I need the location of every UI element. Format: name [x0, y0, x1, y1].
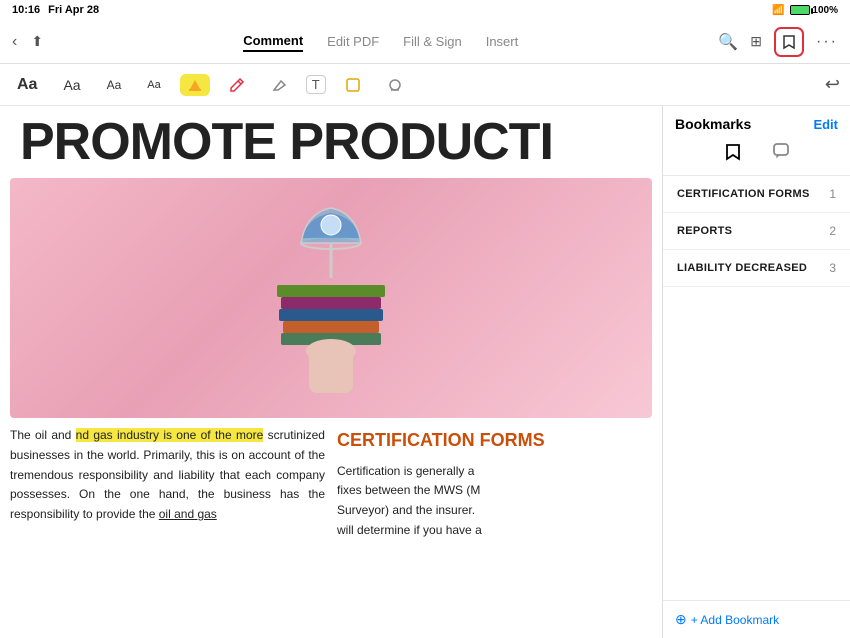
- tab-insert[interactable]: Insert: [486, 32, 519, 51]
- bookmark-list: CERTIFICATION FORMS 1 REPORTS 2 LIABILIT…: [663, 176, 850, 600]
- eraser-tool[interactable]: [264, 74, 294, 96]
- sticky-note-tool[interactable]: [338, 74, 368, 96]
- pdf-two-columns: The oil and nd gas industry is one of th…: [0, 426, 662, 541]
- tab-fill-sign[interactable]: Fill & Sign: [403, 32, 462, 51]
- toolbar-tabs: Comment Edit PDF Fill & Sign Insert: [243, 31, 518, 52]
- cocktail-illustration: [231, 183, 431, 413]
- add-bookmark-label: + Add Bookmark: [691, 613, 779, 627]
- right-column-body: Certification is generally a fixes betwe…: [337, 462, 652, 541]
- add-bookmark-icon: ⊕: [675, 611, 687, 628]
- text-tool[interactable]: T: [306, 75, 326, 94]
- tab-comment[interactable]: Comment: [243, 31, 303, 52]
- highlight-tool[interactable]: [180, 74, 210, 96]
- status-bar-right: 📶 100%: [772, 5, 838, 16]
- bookmark-number-2: 2: [829, 224, 836, 238]
- more-menu-button[interactable]: ···: [816, 33, 838, 51]
- share-button[interactable]: ⬆: [31, 33, 43, 50]
- sidebar-edit-button[interactable]: Edit: [813, 117, 838, 132]
- main-toolbar: ‹ ⬆ Comment Edit PDF Fill & Sign Insert …: [0, 20, 850, 64]
- pdf-main-image: [10, 178, 652, 418]
- battery-level: 100%: [812, 5, 838, 16]
- time: 10:16: [12, 4, 40, 16]
- sidebar-title: Bookmarks: [675, 116, 751, 132]
- right-column-title: CERTIFICATION FORMS: [337, 426, 652, 456]
- font-size-aa-4[interactable]: Aa: [140, 76, 167, 94]
- bookmark-label-1: CERTIFICATION FORMS: [677, 188, 810, 200]
- pdf-left-column: The oil and nd gas industry is one of th…: [10, 426, 325, 541]
- main-area: PROMOTE PRODUCTI: [0, 106, 850, 638]
- bookmark-item-1[interactable]: CERTIFICATION FORMS 1: [663, 176, 850, 213]
- annotation-toolbar: Aa Aa Aa Aa T ↩: [0, 64, 850, 106]
- grid-icon[interactable]: ⊞: [750, 33, 762, 50]
- font-size-aa-2[interactable]: Aa: [56, 74, 87, 96]
- bookmarks-sidebar: Bookmarks Edit CERTIFICATION FORMS 1: [662, 106, 850, 638]
- bookmark-number-1: 1: [829, 187, 836, 201]
- toolbar-left: ‹ ⬆: [12, 33, 43, 51]
- tab-edit-pdf[interactable]: Edit PDF: [327, 32, 379, 51]
- sidebar-tabs: [663, 138, 850, 176]
- wifi-icon: 📶: [772, 5, 784, 16]
- pdf-title: PROMOTE PRODUCTI: [0, 106, 662, 168]
- sidebar-header: Bookmarks Edit: [663, 106, 850, 138]
- font-size-aa-3[interactable]: Aa: [100, 75, 129, 95]
- date: Fri Apr 28: [48, 4, 99, 16]
- bookmark-item-3[interactable]: LIABILITY DECREASED 3: [663, 250, 850, 287]
- toolbar-right: 🔍 ⊞ ···: [718, 27, 838, 57]
- status-bar-left: 10:16 Fri Apr 28: [12, 4, 99, 16]
- pdf-content: PROMOTE PRODUCTI: [0, 106, 662, 638]
- battery: 100%: [790, 5, 838, 16]
- bookmark-label-3: LIABILITY DECREASED: [677, 262, 807, 274]
- undo-button[interactable]: ↩: [825, 74, 840, 95]
- stamp-tool[interactable]: [380, 74, 410, 96]
- add-bookmark-button[interactable]: ⊕ + Add Bookmark: [663, 600, 850, 638]
- sidebar-tab-bookmarks[interactable]: [724, 142, 742, 167]
- back-button[interactable]: ‹: [12, 33, 17, 51]
- font-size-aa-1[interactable]: Aa: [10, 73, 44, 97]
- pen-tool[interactable]: [222, 74, 252, 96]
- search-icon[interactable]: 🔍: [718, 32, 738, 52]
- sidebar-tab-comments[interactable]: [772, 142, 790, 167]
- highlighted-text: nd gas industry is one of the more: [76, 428, 264, 442]
- bookmark-panel-button[interactable]: [774, 27, 804, 57]
- bookmark-number-3: 3: [829, 261, 836, 275]
- bookmark-item-2[interactable]: REPORTS 2: [663, 213, 850, 250]
- bookmark-label-2: REPORTS: [677, 225, 732, 237]
- status-bar: 10:16 Fri Apr 28 📶 100%: [0, 0, 850, 20]
- underlined-text: oil and gas: [159, 507, 217, 521]
- pdf-right-column: CERTIFICATION FORMS Certification is gen…: [337, 426, 652, 541]
- pdf-page: PROMOTE PRODUCTI: [0, 106, 662, 638]
